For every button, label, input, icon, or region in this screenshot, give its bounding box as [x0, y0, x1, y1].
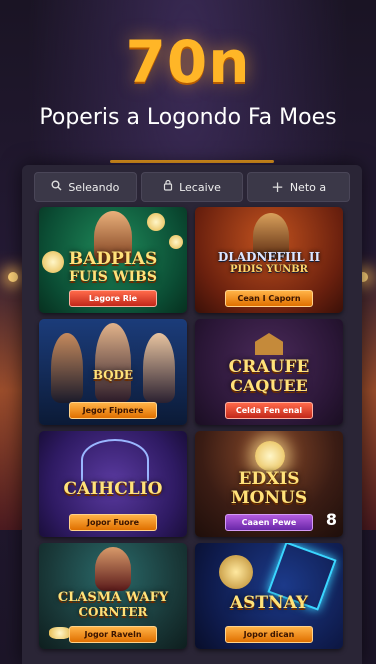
hero-underline	[110, 160, 274, 163]
tab-search[interactable]: Seleando	[34, 172, 137, 202]
game-title: BQDE	[92, 368, 134, 382]
lock-icon	[163, 179, 173, 194]
character-art	[95, 547, 131, 591]
game-card[interactable]: BADPIAS FUIS WIBS Lagore Rie	[39, 207, 187, 313]
light-burst	[255, 441, 285, 471]
coin-decor	[219, 555, 253, 589]
game-card[interactable]: CAIHCLIO Jopor Fuore	[39, 431, 187, 537]
search-icon	[51, 180, 62, 194]
character-art	[95, 323, 131, 403]
game-title: BADPIAS FUIS WIBS	[68, 249, 158, 285]
coin-decor	[49, 627, 71, 639]
play-button[interactable]: Lagore Rie	[69, 290, 157, 307]
character-art	[51, 333, 83, 403]
game-title: DLADNEFIIL II PIDIS YUNBR	[217, 250, 321, 275]
character-art	[143, 333, 175, 403]
count-badge: 8	[325, 510, 337, 529]
plus-icon: +	[271, 178, 284, 196]
hero-number: 70n	[125, 28, 251, 96]
crown-icon	[255, 333, 283, 355]
lamp-decor	[8, 272, 18, 282]
tab-label: Neto a	[289, 180, 327, 194]
play-button[interactable]: Celda Fen enal	[225, 402, 313, 419]
play-button[interactable]: Jopor Fuore	[69, 514, 157, 531]
tab-new[interactable]: + Neto a	[247, 172, 351, 202]
arc-decor	[81, 439, 149, 481]
play-button[interactable]: Jopor dican	[225, 626, 313, 643]
play-button[interactable]: Jegor Fipnere	[69, 402, 157, 419]
game-title: EDXIS MONUS	[230, 469, 308, 508]
game-card[interactable]: CLASMA WAFY CORNTER Jogor Raveln	[39, 543, 187, 649]
games-panel: Seleando Lecaive + Neto a BADPIAS FUIS W…	[22, 165, 362, 664]
game-title: CLASMA WAFY CORNTER	[57, 590, 169, 619]
game-title: CRAUFE CAQUEE	[228, 357, 310, 395]
hero-subtitle: Poperis a Logondo Fa Moes	[39, 105, 337, 130]
tab-live[interactable]: Lecaive	[140, 172, 244, 202]
game-title: CAIHCLIO	[63, 479, 163, 499]
coin-decor	[169, 235, 183, 249]
play-button[interactable]: Caaen Pewe	[225, 514, 313, 531]
game-card[interactable]: CRAUFE CAQUEE Celda Fen enal	[195, 319, 343, 425]
play-button[interactable]: Cean I Caporn	[225, 290, 313, 307]
play-button[interactable]: Jogor Raveln	[69, 626, 157, 643]
game-card[interactable]: DLADNEFIIL II PIDIS YUNBR Cean I Caporn	[195, 207, 343, 313]
coin-decor	[147, 213, 165, 231]
game-title: ASTNAY	[229, 593, 309, 613]
game-card[interactable]: ASTNAY Jopor dican	[195, 543, 343, 649]
games-grid: BADPIAS FUIS WIBS Lagore Rie DLADNEFIIL …	[39, 207, 345, 649]
tab-label: Seleando	[68, 180, 120, 194]
tab-bar: Seleando Lecaive + Neto a	[34, 172, 351, 202]
tab-label: Lecaive	[179, 180, 221, 194]
game-card[interactable]: EDXIS MONUS Caaen Pewe 8	[195, 431, 343, 537]
game-card[interactable]: BQDE Jegor Fipnere	[39, 319, 187, 425]
